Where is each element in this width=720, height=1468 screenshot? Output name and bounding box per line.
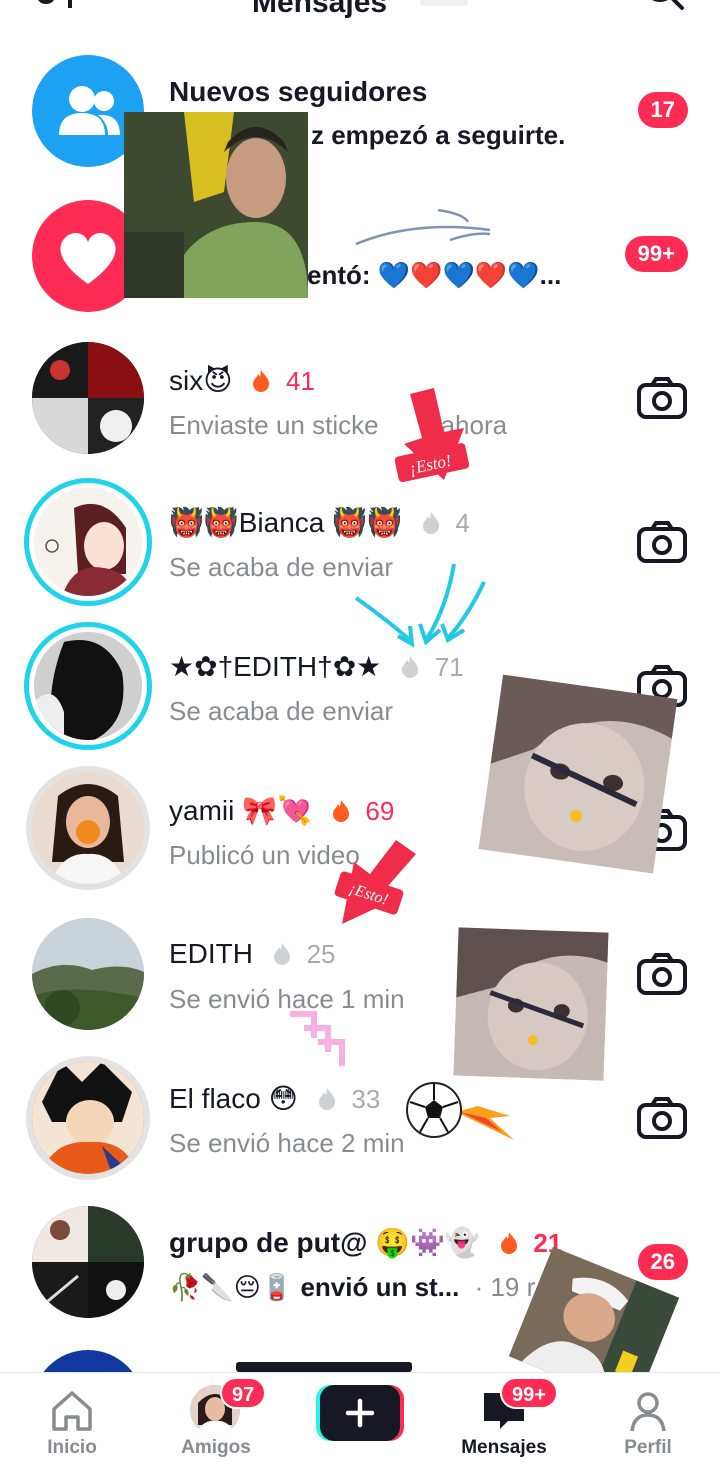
streak-count: 25 — [306, 939, 336, 969]
list-item-chat[interactable]: six😈 41 Enviaste un sticke ahora — [0, 340, 720, 484]
streak-count: 33 — [351, 1084, 381, 1114]
profile-icon — [630, 1392, 666, 1432]
create-button[interactable] — [316, 1385, 404, 1441]
unread-badge: 17 — [637, 92, 688, 128]
contact-name: ★✿†EDITH†✿★ — [169, 651, 382, 682]
plus-icon — [345, 1398, 375, 1428]
list-item-chat[interactable]: El flaco 😳 33 Se envió hace 2 min — [0, 1060, 720, 1204]
fire-icon — [332, 800, 349, 822]
row-subtitle: Se acaba de enviar — [169, 696, 394, 726]
fire-icon — [422, 512, 439, 534]
row-subtitle: 🥀🔪😔🪫 envió un st... · 19 r — [169, 1272, 535, 1303]
nav-messages-label: Mensajes — [461, 1437, 547, 1458]
contact-name: El flaco 😳 — [169, 1083, 298, 1114]
list-item-new-followers[interactable]: Nuevos seguidores z empezó a seguirte. 1… — [0, 52, 720, 196]
row-name: ★✿†EDITH†✿★ 71 — [169, 650, 464, 683]
contact-name: yamii 🎀💘 — [169, 795, 312, 826]
avatar — [32, 918, 144, 1030]
nav-home-label: Inicio — [47, 1437, 97, 1458]
soccer-ball-sticker — [406, 1082, 514, 1140]
list-item-chat[interactable] — [0, 1348, 720, 1462]
row-name: six😈 41 — [169, 364, 315, 397]
nav-messages[interactable]: 99+ Mensajes — [444, 1373, 564, 1468]
nav-home[interactable]: Inicio — [12, 1373, 132, 1468]
search-icon[interactable] — [644, 0, 684, 18]
camera-icon[interactable] — [636, 1096, 688, 1140]
group-name: grupo de put@ 🤑👾👻 — [169, 1227, 480, 1258]
bottom-nav: Inicio 97 Amigos 99+ Mensajes Perfil — [0, 1372, 720, 1468]
streak-count: 41 — [285, 366, 315, 396]
camera-icon[interactable] — [636, 376, 688, 420]
row-subtitle: entó: 💙❤️💙❤️💙... — [307, 260, 562, 290]
nav-profile[interactable]: Perfil — [588, 1373, 708, 1468]
child-photo-sticker — [478, 674, 678, 874]
row-name-partial — [236, 1362, 412, 1372]
contact-name: EDITH — [169, 938, 253, 969]
row-subtitle: z empezó a seguirte. — [311, 120, 566, 150]
unread-badge: 26 — [637, 1244, 688, 1280]
contact-name: six😈 — [169, 365, 233, 396]
streak-count: 4 — [455, 508, 470, 538]
camera-icon[interactable] — [636, 952, 688, 996]
timestamp: · 19 r — [474, 1272, 536, 1302]
nav-friends[interactable]: 97 Amigos — [156, 1373, 276, 1468]
row-name: Nuevos seguidores — [169, 76, 428, 107]
fire-icon — [500, 1232, 517, 1254]
avatar — [24, 478, 152, 606]
nav-profile-label: Perfil — [624, 1437, 672, 1458]
friends-badge: 97 — [220, 1377, 267, 1409]
avatar — [32, 1062, 144, 1174]
fire-icon — [253, 370, 270, 392]
nav-friends-label: Amigos — [181, 1437, 251, 1458]
row-name: 👹👹Bianca 👹👹 4 — [169, 506, 470, 539]
scribble-lines-sticker — [355, 208, 491, 246]
row-name: EDITH 25 — [169, 938, 335, 970]
contact-name: 👹👹Bianca 👹👹 — [169, 507, 402, 538]
row-name: El flaco 😳 33 — [169, 1082, 380, 1115]
fire-icon — [318, 1088, 335, 1110]
avatar — [32, 772, 144, 884]
page-title: Mensajes — [252, 0, 388, 19]
list-item-activity[interactable]: entó: 💙❤️💙❤️💙... 99+ — [0, 196, 720, 340]
man-photo-sticker — [124, 112, 308, 298]
last-message: 🥀🔪😔🪫 envió un st... — [169, 1272, 460, 1302]
fire-icon — [402, 656, 419, 678]
avatar — [32, 1206, 144, 1318]
last-message: Enviaste un sticke — [169, 410, 379, 440]
camera-icon[interactable] — [636, 520, 688, 564]
messages-badge: 99+ — [500, 1377, 558, 1409]
streak-count: 71 — [434, 652, 464, 682]
status-chip[interactable] — [420, 0, 468, 6]
row-subtitle: Se envió hace 2 min — [169, 1128, 405, 1158]
row-name: yamii 🎀💘 69 — [169, 794, 394, 827]
add-friend-icon[interactable] — [32, 0, 84, 22]
avatar — [32, 342, 144, 454]
row-name: grupo de put@ 🤑👾👻 21 — [169, 1226, 562, 1259]
fire-icon — [273, 943, 290, 965]
header: Mensajes — [0, 0, 720, 24]
home-icon — [52, 1391, 92, 1431]
streak-count: 69 — [365, 796, 395, 826]
child-photo-sticker — [453, 927, 609, 1081]
unread-badge: 99+ — [624, 236, 688, 272]
avatar — [24, 622, 152, 750]
